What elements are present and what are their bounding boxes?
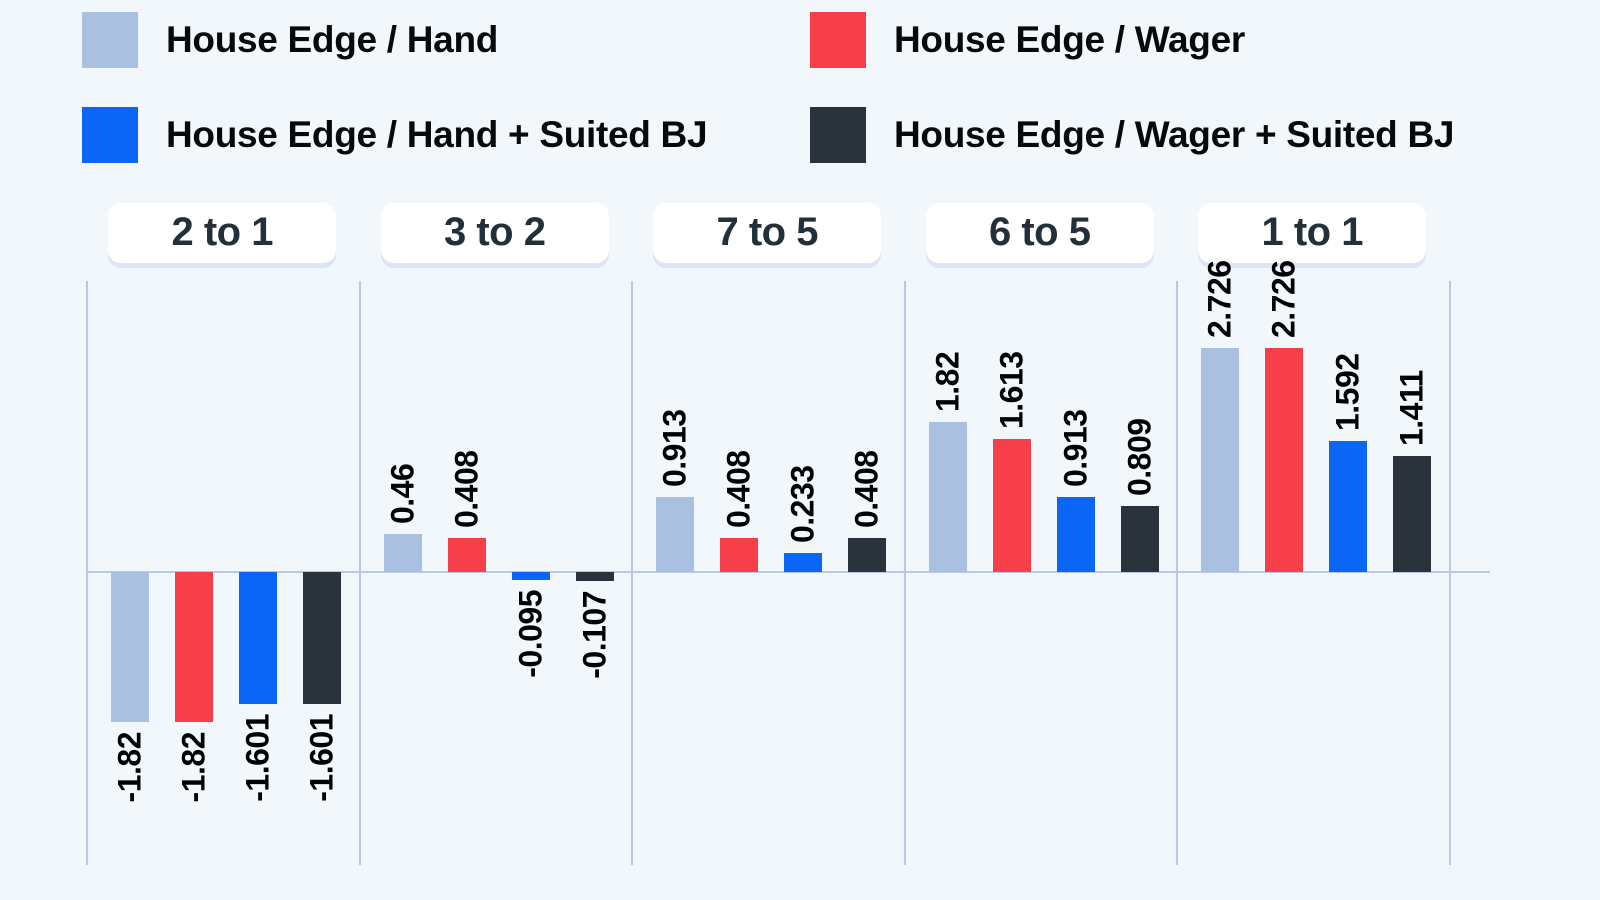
bar[interactable]	[447, 538, 486, 572]
bar-value-label: 1.592	[1329, 353, 1366, 432]
bar-slot: -1.82	[175, 0, 214, 900]
bar-value-label: 0.408	[448, 450, 485, 529]
chart-group: 6 to 5 1.82 1.613 0.913 0.809	[903, 0, 1177, 900]
bar-value-label: 2.726	[1265, 260, 1302, 338]
bar-slot: 1.82	[928, 0, 967, 900]
bar-value-label: -0.107	[576, 590, 613, 679]
bar-slot: 0.408	[848, 0, 887, 900]
bar-slot: 0.408	[447, 0, 486, 900]
bar-slot: -0.095	[511, 0, 550, 900]
chart-group: 2 to 1 -1.82 -1.82 -1.601 -1.601	[86, 0, 359, 900]
group-separator-line	[631, 281, 633, 865]
bar-value-label: 1.82	[929, 352, 966, 413]
bar-value-label: 0.233	[784, 465, 821, 543]
chart-group: 1 to 1 2.726 2.726 1.592 1.411	[1176, 0, 1449, 900]
bar-slot: 0.46	[383, 0, 422, 900]
bar-value-label: -1.82	[111, 731, 148, 803]
bar-slot: 0.233	[784, 0, 823, 900]
bar-value-label: 0.46	[384, 463, 421, 525]
bar-slot: -1.82	[111, 0, 150, 900]
bar-value-label: 0.408	[720, 450, 757, 529]
bar[interactable]	[303, 572, 342, 704]
bar[interactable]	[575, 572, 614, 581]
chart-group: 3 to 2 0.46 0.408 -0.095 -0.107	[358, 0, 632, 900]
bar[interactable]	[784, 552, 823, 572]
group-separator-line	[903, 281, 906, 865]
bar-value-label: -0.095	[512, 589, 549, 678]
bar-slot: 1.411	[1393, 0, 1432, 900]
bar-value-label: 0.913	[1057, 409, 1094, 487]
bar[interactable]	[656, 496, 695, 572]
bar-slot: 1.592	[1329, 0, 1368, 900]
bar-slot: 2.726	[1201, 0, 1240, 900]
bar[interactable]	[1329, 441, 1368, 572]
bar-slot: 0.913	[1056, 0, 1095, 900]
bar-slot: 0.408	[720, 0, 759, 900]
bar-slot: -1.601	[303, 0, 342, 900]
bar[interactable]	[175, 572, 214, 722]
bar-value-label: 0.408	[848, 450, 885, 529]
bar-value-label: 2.726	[1201, 260, 1238, 338]
group-separator-line	[86, 281, 88, 865]
bar[interactable]	[1120, 505, 1159, 572]
group-separator-line	[1176, 281, 1178, 865]
bar-slot: 2.726	[1265, 0, 1304, 900]
bar-slot: -1.601	[239, 0, 278, 900]
bar[interactable]	[1056, 496, 1095, 572]
bar[interactable]	[1393, 456, 1432, 572]
bar[interactable]	[928, 422, 967, 572]
bar-value-label: 0.913	[656, 409, 693, 487]
grouped-bar-chart: 2 to 1 -1.82 -1.82 -1.601 -1.601 3 to 2 0.46 0.…	[0, 0, 1600, 900]
bar-value-label: 1.613	[993, 351, 1030, 430]
bar[interactable]	[111, 572, 150, 722]
bar-value-label: -1.601	[303, 713, 340, 802]
bar[interactable]	[511, 572, 550, 580]
bar[interactable]	[1201, 347, 1240, 572]
bar-value-label: -1.82	[175, 731, 212, 803]
chart-group: 7 to 5 0.913 0.408 0.233 0.408	[631, 0, 904, 900]
bar-value-label: 0.809	[1121, 417, 1158, 496]
bar[interactable]	[239, 572, 278, 704]
bar-slot: -0.107	[575, 0, 614, 900]
bar-slot: 1.613	[992, 0, 1031, 900]
bar[interactable]	[992, 439, 1031, 572]
bar-slot: 0.913	[656, 0, 695, 900]
bar-slot: 0.809	[1120, 0, 1159, 900]
group-separator-line	[358, 281, 361, 865]
bar[interactable]	[848, 538, 887, 572]
bar-value-label: -1.601	[239, 713, 276, 802]
bar-value-label: 1.411	[1393, 370, 1430, 447]
bar[interactable]	[383, 534, 422, 572]
group-separator-line	[1448, 281, 1451, 865]
bar[interactable]	[1265, 347, 1304, 572]
bar[interactable]	[720, 538, 759, 572]
